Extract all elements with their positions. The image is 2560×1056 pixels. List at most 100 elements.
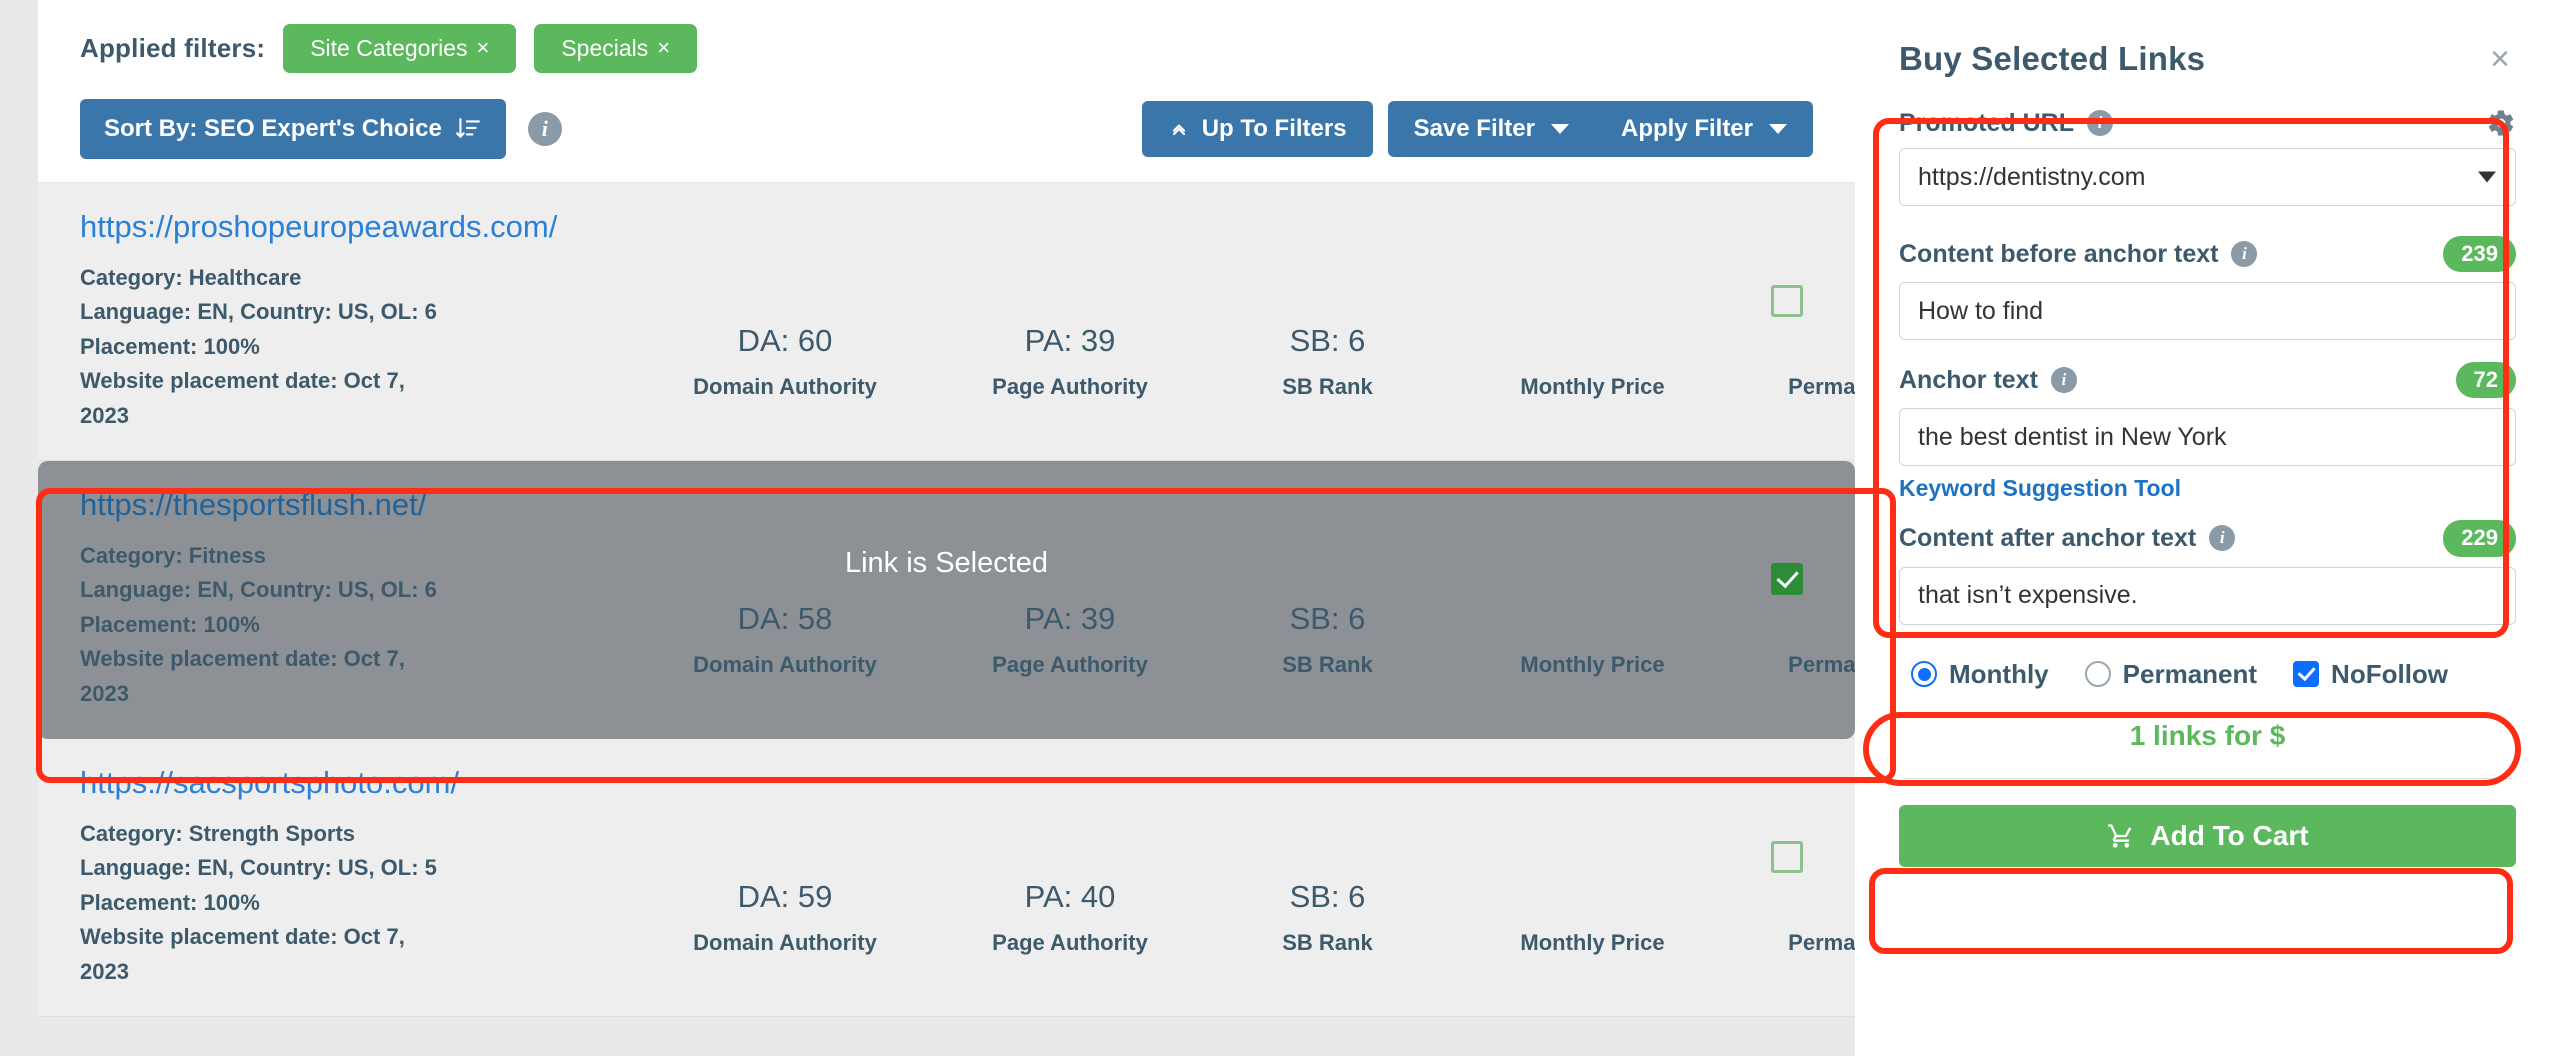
close-icon[interactable]: × bbox=[2484, 40, 2516, 78]
up-to-filters-button[interactable]: Up To Filters bbox=[1141, 101, 1373, 157]
content-after-anchor-input[interactable] bbox=[1899, 566, 2516, 625]
content-before-anchor-field: Content before anchor text i 239 bbox=[1899, 236, 2516, 341]
metric-sb-rank: SB: 6 SB Rank bbox=[1210, 205, 1445, 400]
chevron-down-icon bbox=[1769, 124, 1787, 134]
info-icon[interactable]: i bbox=[2209, 525, 2236, 552]
info-icon[interactable]: i bbox=[2050, 367, 2077, 394]
character-count-badge: 239 bbox=[2443, 236, 2516, 273]
filter-controls-row: Sort By: SEO Expert's Choice i Up To Fil… bbox=[80, 98, 1813, 160]
metric-label: Monthly Price bbox=[1520, 374, 1665, 399]
listing-url-link[interactable]: https://proshopeuropeawards.com/ bbox=[80, 209, 640, 245]
listing-url-link[interactable]: https://thesportsflush.net/ bbox=[80, 487, 640, 523]
metric-monthly-price: Monthly Price bbox=[1445, 205, 1740, 400]
info-icon[interactable]: i bbox=[2231, 241, 2258, 268]
filter-button-group: Save Filter Apply Filter bbox=[1387, 101, 1813, 157]
close-icon[interactable]: × bbox=[476, 37, 489, 59]
purchase-options-row: Monthly Permanent NoFollow bbox=[1899, 651, 2516, 698]
metric-label: SB Rank bbox=[1282, 652, 1373, 677]
metric-value: SB: 6 bbox=[1289, 323, 1366, 358]
metric-domain-authority: DA: 60 Domain Authority bbox=[640, 205, 930, 400]
sort-descending-icon bbox=[454, 116, 482, 142]
listing-info: https://thesportsflush.net/ Category: Fi… bbox=[80, 483, 640, 711]
radio-monthly-icon[interactable] bbox=[1911, 661, 1937, 688]
applied-filters-row: Applied filters: Site Categories × Speci… bbox=[80, 18, 1813, 78]
apply-filter-label: Apply Filter bbox=[1620, 115, 1753, 142]
sort-by-button[interactable]: Sort By: SEO Expert's Choice bbox=[80, 99, 506, 159]
metric-value bbox=[1445, 323, 1740, 359]
option-monthly-label: Monthly bbox=[1949, 658, 2049, 689]
content-before-anchor-input[interactable] bbox=[1899, 282, 2516, 341]
listing-select-checkbox[interactable] bbox=[1771, 563, 1803, 595]
listing-category: Category: Strength Sports bbox=[80, 821, 356, 846]
checkbox-nofollow-icon[interactable] bbox=[2293, 661, 2320, 688]
save-filter-button[interactable]: Save Filter bbox=[1387, 101, 1595, 157]
add-to-cart-button[interactable]: Add To Cart bbox=[1899, 804, 2516, 867]
content-after-anchor-label: Content after anchor text bbox=[1899, 523, 2197, 552]
applied-filters-label: Applied filters: bbox=[80, 32, 266, 63]
metric-monthly-price: Monthly Price bbox=[1445, 483, 1740, 678]
info-icon[interactable]: i bbox=[2087, 110, 2113, 136]
anchor-text-label: Anchor text bbox=[1899, 365, 2038, 394]
metric-label: SB Rank bbox=[1282, 374, 1373, 399]
metric-value bbox=[1445, 601, 1740, 637]
radio-permanent-icon[interactable] bbox=[2084, 661, 2111, 688]
listing-date-line1: Website placement date: Oct 7, bbox=[80, 924, 405, 950]
anchor-text-input[interactable] bbox=[1899, 408, 2516, 467]
metric-label: Domain Authority bbox=[693, 652, 877, 677]
listing-info: https://sacsportsphoto.com/ Category: St… bbox=[80, 761, 640, 989]
chevron-down-icon bbox=[1550, 124, 1569, 134]
up-to-filters-label: Up To Filters bbox=[1201, 115, 1347, 142]
metric-label: Monthly Price bbox=[1520, 930, 1665, 955]
listing-date-line1: Website placement date: Oct 7, bbox=[80, 646, 405, 672]
listing-meta: Category: Healthcare Language: EN, Count… bbox=[80, 261, 640, 432]
apply-filter-button[interactable]: Apply Filter bbox=[1594, 101, 1813, 157]
sort-info-icon[interactable]: i bbox=[527, 112, 562, 146]
gear-icon[interactable] bbox=[2486, 108, 2516, 138]
filter-chip-label: Specials bbox=[561, 34, 649, 61]
add-to-cart-label: Add To Cart bbox=[2150, 819, 2309, 851]
close-icon[interactable]: × bbox=[657, 37, 670, 59]
shopping-cart-icon bbox=[2106, 822, 2136, 850]
metric-label: Monthly Price bbox=[1520, 652, 1665, 677]
save-filter-label: Save Filter bbox=[1413, 115, 1535, 142]
listing-select-checkbox[interactable] bbox=[1771, 285, 1803, 317]
listing-select-checkbox[interactable] bbox=[1771, 841, 1803, 873]
metric-value: DA: 58 bbox=[737, 601, 833, 636]
filter-actions: Up To Filters Save Filter Apply Filter bbox=[1141, 101, 1813, 157]
metric-value: PA: 39 bbox=[1024, 601, 1116, 636]
listing-metrics: DA: 58 Domain Authority PA: 39 Page Auth… bbox=[640, 483, 2010, 678]
metric-value: DA: 59 bbox=[737, 879, 833, 914]
table-row[interactable]: https://thesportsflush.net/ Category: Fi… bbox=[38, 461, 1962, 739]
option-permanent[interactable]: Permanent bbox=[2084, 659, 2257, 690]
content-before-anchor-label: Content before anchor text bbox=[1899, 239, 2219, 268]
option-nofollow[interactable]: NoFollow bbox=[2293, 659, 2448, 690]
metric-value bbox=[1445, 879, 1740, 915]
metric-sb-rank: SB: 6 SB Rank bbox=[1210, 761, 1445, 956]
table-row[interactable]: https://sacsportsphoto.com/ Category: St… bbox=[38, 739, 1962, 1017]
filter-chip-site-categories[interactable]: Site Categories × bbox=[283, 23, 517, 73]
highlight-annotation-cart bbox=[1869, 868, 2513, 954]
listing-date-line2: 2023 bbox=[80, 958, 129, 984]
option-monthly[interactable]: Monthly bbox=[1911, 659, 2049, 690]
metric-domain-authority: DA: 59 Domain Authority bbox=[640, 761, 930, 956]
keyword-suggestion-tool-link[interactable]: Keyword Suggestion Tool bbox=[1899, 475, 2181, 502]
metric-value: PA: 40 bbox=[1024, 879, 1116, 914]
promoted-url-field: Promoted URL i bbox=[1899, 108, 2516, 206]
metric-monthly-price: Monthly Price bbox=[1445, 761, 1740, 956]
listing-url-link[interactable]: https://sacsportsphoto.com/ bbox=[80, 765, 640, 801]
filter-panel: Applied filters: Site Categories × Speci… bbox=[38, 0, 1855, 183]
metric-domain-authority: DA: 58 Domain Authority bbox=[640, 483, 930, 678]
promoted-url-label: Promoted URL bbox=[1899, 108, 2074, 137]
promoted-url-select[interactable] bbox=[1899, 148, 2516, 206]
chevron-up-icon bbox=[1168, 119, 1190, 139]
listing-meta: Category: Fitness Language: EN, Country:… bbox=[80, 539, 640, 710]
filter-chip-specials[interactable]: Specials × bbox=[534, 23, 698, 73]
character-count-badge: 229 bbox=[2443, 520, 2516, 557]
metric-label: Page Authority bbox=[992, 930, 1148, 955]
sidebar-header: Buy Selected Links × bbox=[1899, 40, 2516, 78]
results-column: Applied filters: Site Categories × Speci… bbox=[0, 0, 1962, 1056]
links-total-label: 1 links for $ bbox=[2129, 719, 2286, 751]
page-title: Buy Selected Links bbox=[1899, 40, 2206, 77]
content-after-anchor-field: Content after anchor text i 229 bbox=[1899, 520, 2516, 625]
table-row[interactable]: https://proshopeuropeawards.com/ Categor… bbox=[38, 183, 1962, 461]
